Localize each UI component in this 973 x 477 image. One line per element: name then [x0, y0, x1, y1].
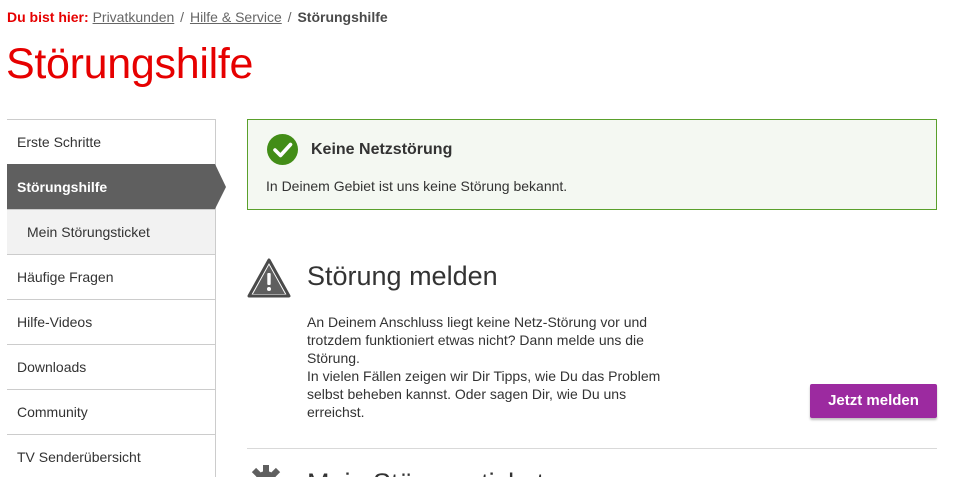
status-text: In Deinem Gebiet ist uns keine Störung b…: [266, 178, 568, 194]
sidebar-item-erste-schritte[interactable]: Erste Schritte: [7, 119, 215, 164]
sidebar-item-tv-senderuebersicht[interactable]: TV Senderübersicht: [7, 434, 215, 477]
breadcrumb-link-hilfe-service[interactable]: Hilfe & Service: [190, 9, 282, 25]
sidebar-item-hilfe-videos[interactable]: Hilfe-Videos: [7, 299, 215, 344]
sidebar-item-stoerungshilfe[interactable]: Störungshilfe: [7, 164, 226, 209]
sidebar-item-label: Störungshilfe: [17, 179, 108, 195]
breadcrumb-link-privatkunden[interactable]: Privatkunden: [93, 9, 175, 25]
gear-icon: [251, 465, 281, 477]
report-text-line: In vielen Fällen zeigen wir Dir Tipps, w…: [307, 368, 661, 420]
next-section-title: Mein Störungsticket: [307, 468, 544, 477]
breadcrumb-separator: /: [287, 9, 292, 25]
breadcrumb-separator: /: [180, 9, 185, 25]
warning-triangle-icon: [247, 258, 291, 298]
report-now-button[interactable]: Jetzt melden: [810, 384, 937, 418]
sidebar-item-mein-stoerungsticket[interactable]: Mein Störungsticket: [7, 209, 215, 254]
status-title: Keine Netzstörung: [311, 141, 453, 158]
breadcrumb-prefix: Du bist hier:: [7, 9, 89, 25]
check-circle-icon: [267, 134, 298, 165]
sidebar-item-downloads[interactable]: Downloads: [7, 344, 215, 389]
sidebar-nav: Erste Schritte Störungshilfe Mein Störun…: [7, 119, 226, 477]
breadcrumb-current: Störungshilfe: [297, 9, 388, 25]
sidebar-item-community[interactable]: Community: [7, 389, 215, 434]
active-indicator-arrow: [215, 164, 226, 209]
section-divider: [247, 448, 937, 449]
report-title: Störung melden: [307, 261, 498, 291]
breadcrumb: Du bist hier: Privatkunden / Hilfe & Ser…: [7, 9, 388, 25]
network-status-box: Keine Netzstörung In Deinem Gebiet ist u…: [247, 119, 937, 210]
report-text-line: An Deinem Anschluss liegt keine Netz-Stö…: [307, 314, 648, 366]
page-title: Störungshilfe: [6, 40, 254, 88]
report-description: An Deinem Anschluss liegt keine Netz-Stö…: [307, 313, 677, 421]
sidebar-item-haeufige-fragen[interactable]: Häufige Fragen: [7, 254, 215, 299]
